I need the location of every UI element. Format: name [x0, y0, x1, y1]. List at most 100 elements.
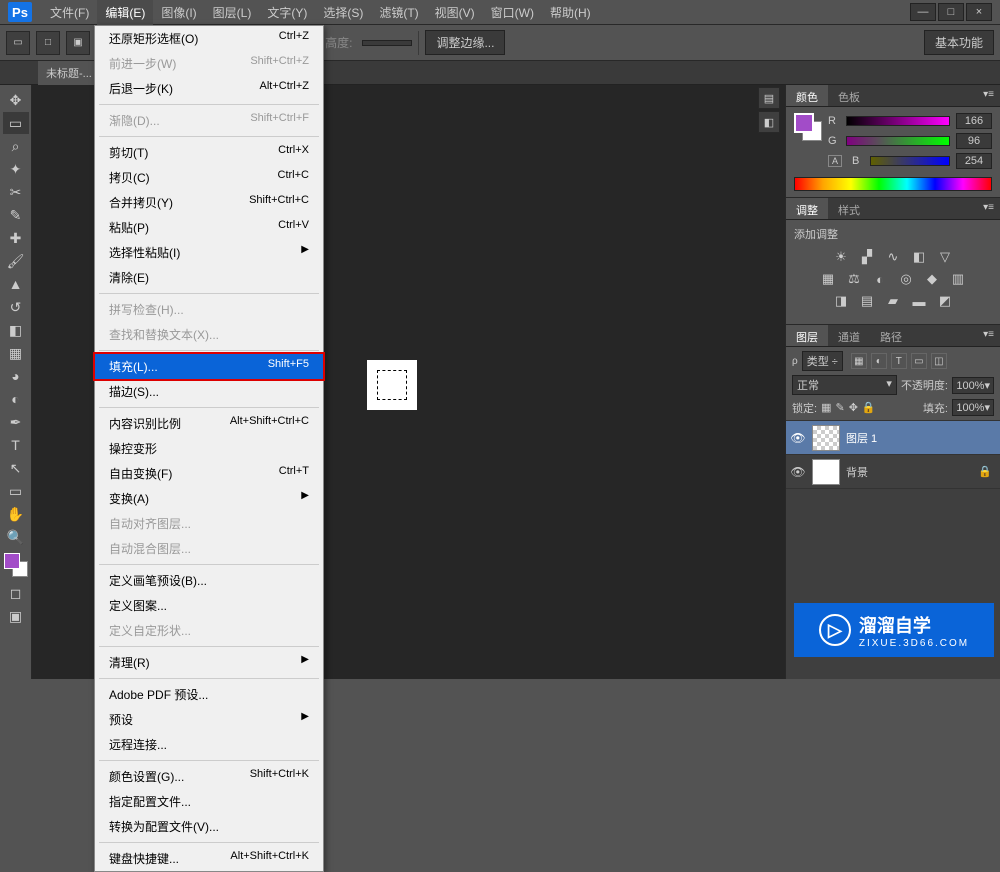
invert-icon[interactable]: ◨ [832, 292, 850, 310]
menu-item[interactable]: 剪切(T)Ctrl+X [95, 140, 323, 165]
filter-shape-icon[interactable]: ▭ [911, 353, 927, 369]
threshold-icon[interactable]: ▰ [884, 292, 902, 310]
workspace-button[interactable]: 基本功能 [924, 30, 994, 55]
history-brush-tool[interactable]: ↺ [3, 296, 29, 318]
lasso-tool[interactable]: ⌕ [3, 135, 29, 157]
menu-item[interactable]: 定义画笔预设(B)... [95, 568, 323, 593]
properties-panel-icon[interactable]: ◧ [758, 111, 780, 133]
blend-mode-select[interactable]: 正常 ▾ [792, 375, 897, 395]
height-input[interactable] [362, 40, 412, 46]
tab-styles[interactable]: 样式 [828, 198, 870, 219]
clone-stamp-tool[interactable]: ▲ [3, 273, 29, 295]
menu-item[interactable]: 操控变形 [95, 436, 323, 461]
bw-icon[interactable]: ◐ [871, 270, 889, 288]
dodge-tool[interactable]: ◐ [3, 388, 29, 410]
panel-menu-icon[interactable]: ▾≡ [977, 198, 1000, 219]
path-selection-tool[interactable]: ↖ [3, 457, 29, 479]
mixer-icon[interactable]: ◆ [923, 270, 941, 288]
menu-item[interactable]: 还原矩形选框(O)Ctrl+Z [95, 26, 323, 51]
menu-0[interactable]: 文件(F) [42, 0, 97, 25]
vibrance-icon[interactable]: ▽ [936, 248, 954, 266]
document-tab[interactable]: 未标题-... [38, 61, 100, 85]
panel-menu-icon[interactable]: ▾≡ [977, 85, 1000, 106]
menu-item[interactable]: 远程连接... [95, 732, 323, 757]
tab-adjustments[interactable]: 调整 [786, 198, 828, 219]
menu-7[interactable]: 视图(V) [427, 0, 483, 25]
hue-icon[interactable]: ▦ [819, 270, 837, 288]
zoom-tool[interactable]: 🔍 [3, 526, 29, 548]
gradient-tool[interactable]: ▦ [3, 342, 29, 364]
tab-paths[interactable]: 路径 [870, 325, 912, 346]
filter-smart-icon[interactable]: ◫ [931, 353, 947, 369]
color-swatch-pair[interactable] [794, 113, 822, 141]
menu-item[interactable]: 清除(E) [95, 265, 323, 290]
refine-edge-button[interactable]: 调整边缘... [425, 30, 505, 55]
tab-channels[interactable]: 通道 [828, 325, 870, 346]
visibility-icon[interactable]: 👁 [790, 431, 806, 445]
menu-5[interactable]: 选择(S) [315, 0, 371, 25]
pen-tool[interactable]: ✒ [3, 411, 29, 433]
curves-icon[interactable]: ∿ [884, 248, 902, 266]
lock-paint-icon[interactable]: ✎ [835, 401, 844, 414]
hue-strip[interactable] [794, 177, 992, 191]
channel-a-icon[interactable]: A [828, 155, 842, 167]
menu-item[interactable]: 变换(A)▶ [95, 486, 323, 511]
tab-swatches[interactable]: 色板 [828, 85, 870, 106]
menu-2[interactable]: 图像(I) [153, 0, 204, 25]
photo-filter-icon[interactable]: ◎ [897, 270, 915, 288]
menu-9[interactable]: 帮助(H) [542, 0, 599, 25]
quick-mask-tool[interactable]: ◻ [3, 582, 29, 604]
tab-layers[interactable]: 图层 [786, 325, 828, 346]
lock-all-icon[interactable]: 🔒 [862, 401, 876, 414]
move-tool[interactable]: ✥ [3, 89, 29, 111]
menu-item[interactable]: 清理(R)▶ [95, 650, 323, 675]
lookup-icon[interactable]: ▥ [949, 270, 967, 288]
layer-kind-select[interactable]: 类型 ÷ [802, 351, 843, 371]
minimize-button[interactable]: — [910, 3, 936, 21]
selective-icon[interactable]: ◩ [936, 292, 954, 310]
maximize-button[interactable]: □ [938, 3, 964, 21]
menu-item[interactable]: 拷贝(C)Ctrl+C [95, 165, 323, 190]
gradient-map-icon[interactable]: ▬ [910, 292, 928, 310]
menu-item[interactable]: 定义图案... [95, 593, 323, 618]
selection-new[interactable]: □ [36, 31, 60, 55]
color-swatches[interactable] [4, 553, 28, 577]
shape-tool[interactable]: ▭ [3, 480, 29, 502]
slider-g[interactable] [846, 136, 950, 146]
balance-icon[interactable]: ⚖ [845, 270, 863, 288]
filter-image-icon[interactable]: ▦ [851, 353, 867, 369]
menu-item[interactable]: 粘贴(P)Ctrl+V [95, 215, 323, 240]
filter-type-icon[interactable]: T [891, 353, 907, 369]
menu-item[interactable]: 填充(L)...Shift+F5 [93, 352, 325, 381]
menu-item[interactable]: 合并拷贝(Y)Shift+Ctrl+C [95, 190, 323, 215]
marquee-tool[interactable]: ▭ [3, 112, 29, 134]
menu-item[interactable]: 选择性粘贴(I)▶ [95, 240, 323, 265]
menu-item[interactable]: Adobe PDF 预设... [95, 682, 323, 707]
menu-item[interactable]: 转换为配置文件(V)... [95, 814, 323, 839]
filter-adjust-icon[interactable]: ◐ [871, 353, 887, 369]
layer-item[interactable]: 👁图层 1 [786, 421, 1000, 455]
slider-b-value[interactable]: 254 [956, 153, 992, 169]
slider-g-value[interactable]: 96 [956, 133, 992, 149]
selection-add[interactable]: ▣ [66, 31, 90, 55]
tab-color[interactable]: 颜色 [786, 85, 828, 106]
menu-item[interactable]: 预设▶ [95, 707, 323, 732]
lock-move-icon[interactable]: ✥ [849, 401, 858, 414]
menu-item[interactable]: 内容识别比例Alt+Shift+Ctrl+C [95, 411, 323, 436]
slider-r[interactable] [846, 116, 950, 126]
panel-menu-icon[interactable]: ▾≡ [977, 325, 1000, 346]
visibility-icon[interactable]: 👁 [790, 465, 806, 479]
screen-mode-tool[interactable]: ▣ [3, 605, 29, 627]
brush-tool[interactable]: 🖌 [3, 250, 29, 272]
slider-r-value[interactable]: 166 [956, 113, 992, 129]
menu-4[interactable]: 文字(Y) [259, 0, 315, 25]
type-tool[interactable]: T [3, 434, 29, 456]
opacity-input[interactable]: 100%▾ [952, 377, 994, 394]
menu-1[interactable]: 编辑(E) [97, 0, 153, 25]
menu-item[interactable]: 自由变换(F)Ctrl+T [95, 461, 323, 486]
healing-brush-tool[interactable]: ✚ [3, 227, 29, 249]
exposure-icon[interactable]: ◧ [910, 248, 928, 266]
menu-item[interactable]: 描边(S)... [95, 379, 323, 404]
close-button[interactable]: × [966, 3, 992, 21]
fill-input[interactable]: 100%▾ [952, 399, 994, 416]
